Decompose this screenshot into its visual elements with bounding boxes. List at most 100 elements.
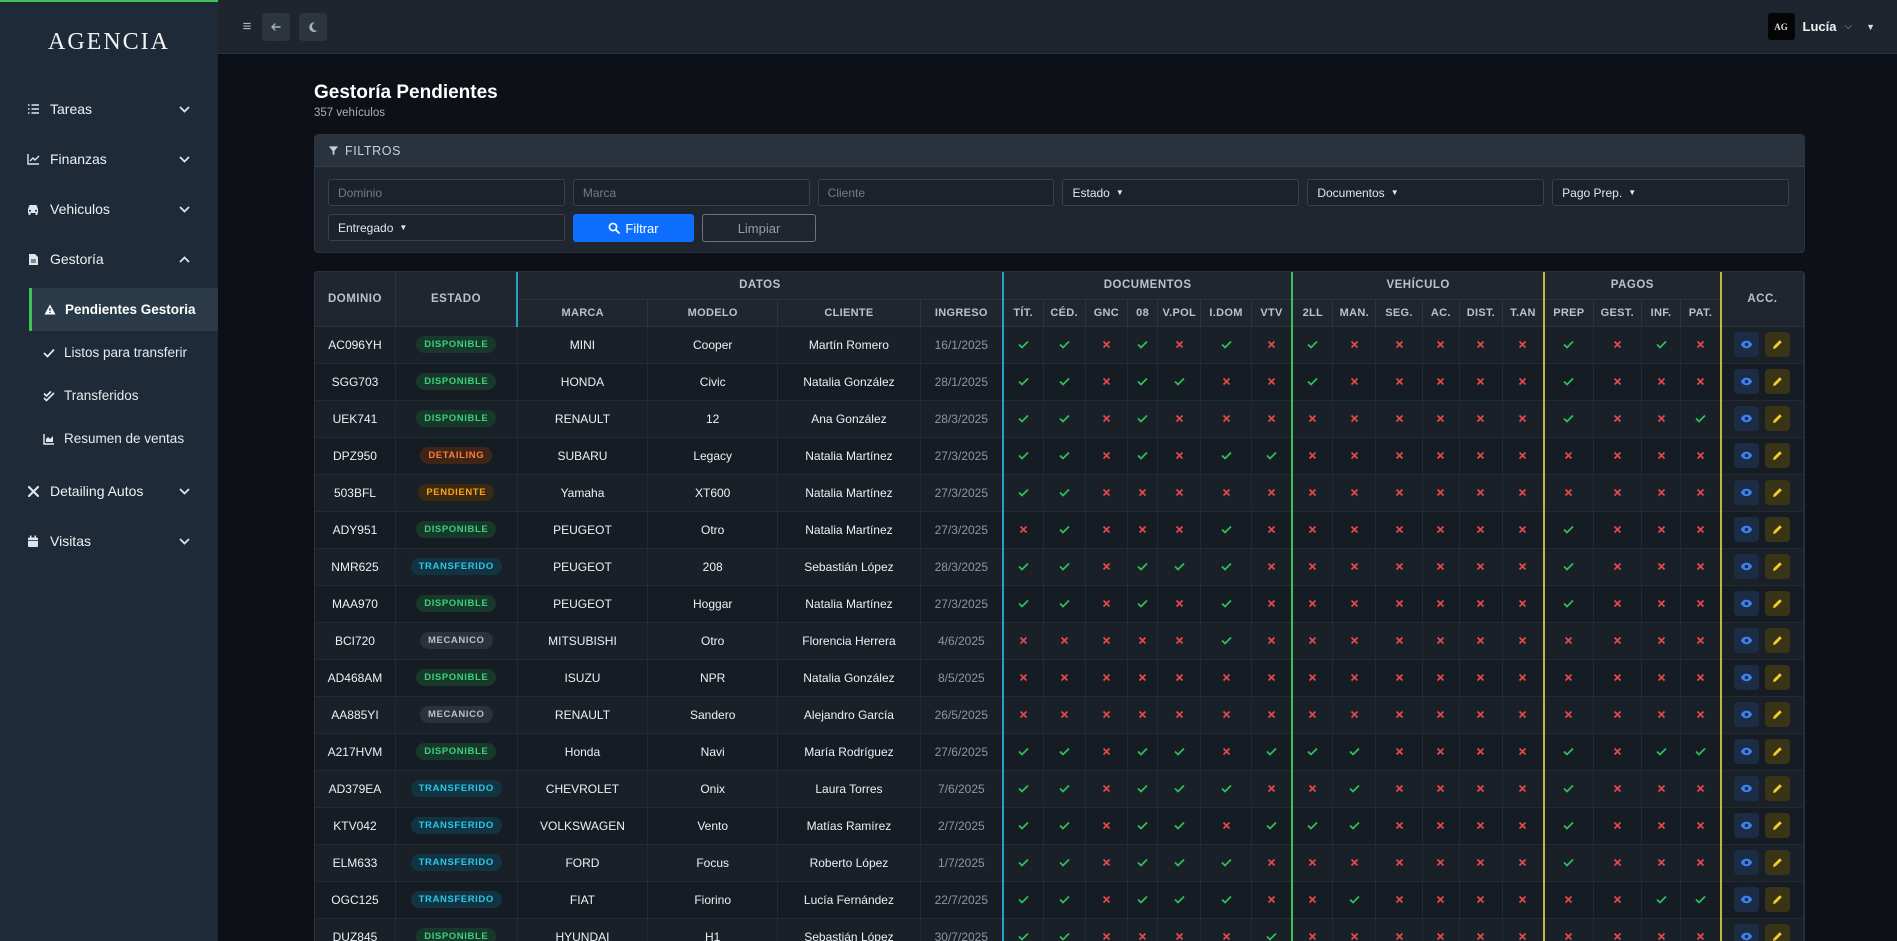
view-button[interactable] [1734,739,1760,764]
col-veh_cols-0[interactable]: 2LL [1291,299,1334,327]
edit-button[interactable] [1765,776,1791,801]
estado-select[interactable]: Estado ▼ [1062,179,1300,206]
submenu-item-1[interactable]: Listos para transferir [0,331,218,374]
table-row[interactable]: AD468AM DISPONIBLE ISUZU NPR Natalia Gonzále… [315,659,1804,697]
table-row[interactable]: ADY951 DISPONIBLE PEUGEOT Otro Natalia Martí… [315,511,1804,549]
col-datos_cols-2[interactable]: CLIENTE [777,299,921,327]
view-button[interactable] [1734,554,1760,579]
view-button[interactable] [1734,813,1760,838]
col-doc_cols-1[interactable]: CÉD. [1043,299,1086,327]
col-doc_cols-3[interactable]: 08 [1127,299,1159,327]
table-row[interactable]: MAA970 DISPONIBLE PEUGEOT Hoggar Natalia Mar… [315,585,1804,623]
edit-button[interactable] [1765,924,1791,941]
pago-prep-select[interactable]: Pago Prep. ▼ [1552,179,1789,206]
col-dominio[interactable]: DOMINIO [315,272,396,327]
table-row[interactable]: AA885YI MECANICO RENAULT Sandero Alejandro G… [315,696,1804,734]
edit-button[interactable] [1765,554,1791,579]
table-row[interactable]: 503BFL PENDIENTE Yamaha XT600 Natalia Martín… [315,474,1804,512]
col-veh_cols-1[interactable]: MAN. [1332,299,1377,327]
col-veh_cols-5[interactable]: T.AN [1502,299,1545,327]
back-button[interactable] [262,12,290,41]
edit-button[interactable] [1765,887,1791,912]
edit-button[interactable] [1765,628,1791,653]
edit-button[interactable] [1765,480,1791,505]
edit-button[interactable] [1765,443,1791,468]
col-veh_cols-2[interactable]: SEG. [1375,299,1423,327]
table-row[interactable]: KTV042 TRANSFERIDO VOLKSWAGEN Vento Matías R… [315,807,1804,845]
col-pag_cols-0[interactable]: PREP [1542,299,1594,327]
edit-button[interactable] [1765,739,1791,764]
edit-button[interactable] [1765,702,1791,727]
view-button[interactable] [1734,924,1760,941]
menu-toggle-icon[interactable]: ≡ [240,13,254,41]
view-button[interactable] [1734,443,1760,468]
col-datos_cols-0[interactable]: MARCA [516,299,649,327]
brand-logo[interactable]: AGENCIA [0,0,218,84]
edit-button[interactable] [1765,850,1791,875]
sidebar-item-finanzas[interactable]: Finanzas [0,134,218,184]
col-estado[interactable]: ESTADO [395,272,518,327]
view-button[interactable] [1734,369,1760,394]
view-button[interactable] [1734,406,1760,431]
col-doc_cols-0[interactable]: TÍT. [1001,299,1044,327]
sidebar-item-tareas[interactable]: Tareas [0,84,218,134]
view-button[interactable] [1734,850,1760,875]
sidebar-item-visitas[interactable]: Visitas [0,516,218,566]
edit-button[interactable] [1765,517,1791,542]
edit-button[interactable] [1765,591,1791,616]
table-row[interactable]: A217HVM DISPONIBLE Honda Navi María Rodrígue… [315,733,1804,771]
col-veh_cols-3[interactable]: AC. [1422,299,1460,327]
edit-button[interactable] [1765,665,1791,690]
col-pag_cols-1[interactable]: GEST. [1593,299,1642,327]
table-row[interactable]: SGG703 DISPONIBLE HONDA Civic Natalia Gonzál… [315,363,1804,401]
col-doc_cols-4[interactable]: V.POL [1157,299,1202,327]
view-button[interactable] [1734,628,1760,653]
col-doc_cols-2[interactable]: GNC [1085,299,1129,327]
sidebar-item-gestoria[interactable]: Gestoría [0,234,218,284]
table-row[interactable]: OGC125 TRANSFERIDO FIAT Fiorino Lucía Fernán… [315,881,1804,919]
sidebar-item-vehiculos[interactable]: Vehiculos [0,184,218,234]
view-button[interactable] [1734,887,1760,912]
table-row[interactable]: BCI720 MECANICO MITSUBISHI Otro Florencia He… [315,622,1804,660]
edit-button[interactable] [1765,813,1791,838]
table-row[interactable]: UEK741 DISPONIBLE RENAULT 12 Ana González 28/… [315,400,1804,438]
theme-toggle-button[interactable] [299,12,327,41]
view-button[interactable] [1734,665,1760,690]
submenu-item-3[interactable]: Resumen de ventas [0,417,218,460]
view-button[interactable] [1734,702,1760,727]
documentos-select[interactable]: Documentos ▼ [1307,179,1545,206]
view-button[interactable] [1734,517,1760,542]
view-button[interactable] [1734,776,1760,801]
view-button[interactable] [1734,480,1760,505]
main-area: ≡ AG Lucía ⌵ ▼ Gestoría Pendientes 357 v… [218,0,1897,941]
user-menu[interactable]: AG Lucía ⌵ ▼ [1767,13,1875,40]
filters-header[interactable]: FILTROS [315,135,1804,167]
sidebar-item-detailing-autos[interactable]: Detailing Autos [0,466,218,516]
filter-button[interactable]: Filtrar [573,214,694,242]
dominio-input[interactable] [328,179,565,206]
entregado-select[interactable]: Entregado ▼ [328,214,565,241]
table-row[interactable]: DPZ950 DETAILING SUBARU Legacy Natalia Martí… [315,437,1804,475]
col-datos_cols-3[interactable]: INGRESO [920,299,1004,327]
col-veh_cols-4[interactable]: DIST. [1459,299,1504,327]
view-button[interactable] [1734,332,1760,357]
table-row[interactable]: AD379EA TRANSFERIDO CHEVROLET Onix Laura Tor… [315,770,1804,808]
view-button[interactable] [1734,591,1760,616]
edit-button[interactable] [1765,369,1791,394]
table-row[interactable]: AC096YH DISPONIBLE MINI Cooper Martín Romero… [315,326,1804,364]
table-row[interactable]: DUZ845 DISPONIBLE HYUNDAI H1 Sebastián López… [315,918,1804,941]
table-row[interactable]: ELM633 TRANSFERIDO FORD Focus Roberto López 1… [315,844,1804,882]
table-row[interactable]: NMR625 TRANSFERIDO PEUGEOT 208 Sebastián Lóp… [315,548,1804,586]
cliente-input[interactable] [817,179,1055,206]
col-pag_cols-2[interactable]: INF. [1641,299,1682,327]
edit-button[interactable] [1765,332,1791,357]
col-datos_cols-1[interactable]: MODELO [647,299,779,327]
col-pag_cols-3[interactable]: PAT. [1680,299,1722,327]
col-doc_cols-5[interactable]: I.DOM [1200,299,1252,327]
marca-input[interactable] [572,179,810,206]
submenu-item-0[interactable]: Pendientes Gestoria [29,288,218,331]
col-doc_cols-6[interactable]: VTV [1251,299,1293,327]
clear-button[interactable]: Limpiar [702,214,816,242]
edit-button[interactable] [1765,406,1791,431]
submenu-item-2[interactable]: Transferidos [0,374,218,417]
